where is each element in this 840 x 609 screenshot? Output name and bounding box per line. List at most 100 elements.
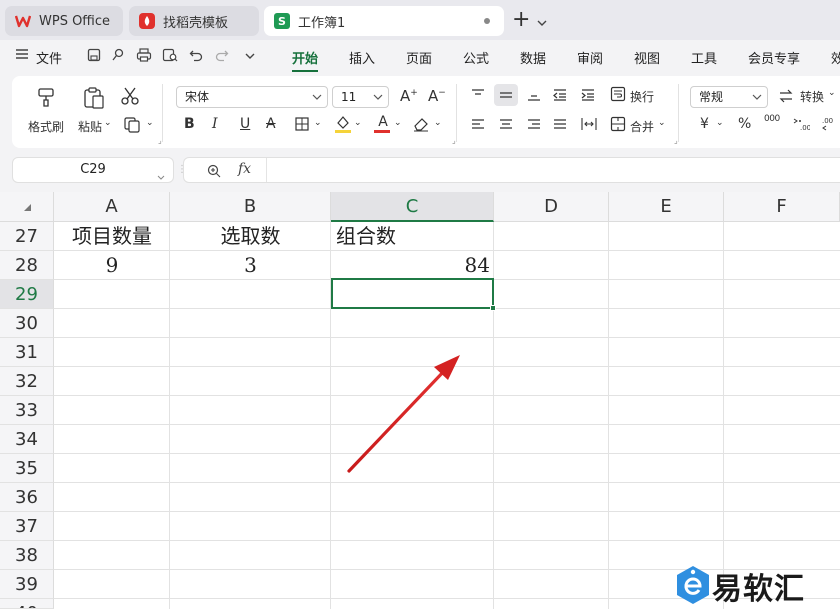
font-group-expand-icon[interactable]: ⌟ [452,136,456,145]
menu-view[interactable]: 视图 [634,48,660,67]
redo-icon[interactable] [214,48,230,64]
currency-button[interactable]: ¥ [700,116,709,132]
increase-font-size-icon[interactable]: A+ [400,87,418,105]
new-tab-button[interactable]: + [512,6,530,34]
convert-icon[interactable] [778,88,794,104]
paste-label[interactable]: 粘贴 [78,118,102,135]
font-size-select[interactable]: 11 [332,86,389,108]
cell-a28[interactable]: 9 [54,251,170,280]
format-painter-label[interactable]: 格式刷 [28,118,64,135]
formula-splitter-icon[interactable]: ⋮ [177,164,187,176]
convert-dropdown-icon[interactable]: ⌄ [828,88,836,98]
decrease-indent-icon[interactable] [552,88,568,102]
clipboard-group-expand-icon[interactable]: ⌟ [158,136,162,145]
cell-c28[interactable]: 84 [331,251,490,280]
number-format-select[interactable]: 常规 [690,86,768,108]
merge-cells-icon[interactable] [610,116,626,132]
print-icon[interactable] [136,48,152,64]
paste-dropdown-icon[interactable]: ⌄ [104,118,112,128]
format-painter-icon[interactable] [36,86,58,108]
increase-indent-icon[interactable] [580,88,596,102]
row-header-35[interactable]: 35 [0,454,54,483]
tab-workbook1[interactable]: S 工作簿1 [264,6,504,36]
fill-color-dropdown-icon[interactable]: ⌄ [354,118,362,128]
cell-b28[interactable]: 3 [170,251,331,280]
row-header-34[interactable]: 34 [0,425,54,454]
zoom-icon[interactable] [206,163,222,179]
row-header-27[interactable]: 27 [0,222,54,251]
column-header-a[interactable]: A [54,192,170,222]
share-link-icon[interactable] [110,48,126,64]
align-center-icon[interactable] [498,118,514,132]
wrap-text-icon[interactable] [610,86,626,102]
align-right-icon[interactable] [526,118,542,132]
strikethrough-button[interactable]: A [266,116,276,132]
save-icon[interactable] [86,48,102,64]
merge-cells-label[interactable]: 合并 [630,118,654,135]
border-dropdown-icon[interactable]: ⌄ [314,118,322,128]
border-icon[interactable] [294,116,310,132]
row-header-29[interactable]: 29 [0,280,54,309]
undo-icon[interactable] [188,48,204,64]
tab-docer-templates[interactable]: 找稻壳模板 [129,6,259,36]
row-header-31[interactable]: 31 [0,338,54,367]
menu-insert[interactable]: 插入 [349,48,375,67]
percent-button[interactable]: % [738,116,751,132]
font-color-icon[interactable]: A [374,114,392,134]
menu-formula[interactable]: 公式 [463,48,489,67]
wrap-text-label[interactable]: 换行 [630,88,654,105]
column-header-c[interactable]: C [331,192,494,222]
column-header-e[interactable]: E [609,192,724,222]
fill-color-icon[interactable] [334,114,352,134]
menu-tools[interactable]: 工具 [691,48,717,67]
tab-dot-icon[interactable] [484,18,490,24]
select-all-corner[interactable] [0,192,54,222]
row-header-39[interactable]: 39 [0,570,54,599]
align-bottom-icon[interactable] [526,88,542,102]
decrease-font-size-icon[interactable]: A− [428,87,446,105]
column-header-f[interactable]: F [724,192,840,222]
quick-access-more-icon[interactable] [242,48,258,64]
cell-a27[interactable]: 项目数量 [54,222,170,251]
menu-home[interactable]: 开始 [292,48,318,67]
row-header-36[interactable]: 36 [0,483,54,512]
clear-dropdown-icon[interactable]: ⌄ [434,118,442,128]
print-preview-icon[interactable] [162,48,178,64]
bold-button[interactable]: B [184,116,195,132]
chevron-down-icon[interactable] [537,12,547,26]
cell-b27[interactable]: 选取数 [170,222,331,251]
currency-dropdown-icon[interactable]: ⌄ [716,118,724,128]
cell-c27[interactable]: 组合数 [336,222,491,251]
file-menu[interactable]: 文件 [36,48,62,67]
paste-icon[interactable] [82,86,106,110]
hamburger-menu-icon[interactable] [14,48,30,64]
column-header-b[interactable]: B [170,192,331,222]
justify-icon[interactable] [552,118,568,132]
italic-button[interactable]: I [212,116,218,132]
column-header-d[interactable]: D [494,192,609,222]
tab-wps-office[interactable]: WPS Office [5,6,123,36]
function-fx-icon[interactable]: fx [238,161,251,177]
align-group-expand-icon[interactable]: ⌟ [674,136,678,145]
convert-label[interactable]: 转换 [800,88,824,105]
cut-icon[interactable] [120,86,140,106]
row-header-37[interactable]: 37 [0,512,54,541]
font-name-select[interactable]: 宋体 [176,86,328,108]
menu-review[interactable]: 审阅 [577,48,603,67]
menu-page[interactable]: 页面 [406,48,432,67]
increase-decimal-icon[interactable]: .00 [792,116,811,132]
row-header-28[interactable]: 28 [0,251,54,280]
row-header-38[interactable]: 38 [0,541,54,570]
copy-dropdown-icon[interactable]: ⌄ [146,118,154,128]
distributed-align-icon[interactable] [580,116,598,132]
align-middle-icon[interactable] [494,84,518,106]
underline-button[interactable]: U [240,116,250,132]
decrease-decimal-icon[interactable]: .00 [820,116,838,132]
clear-eraser-icon[interactable] [412,116,430,132]
formula-input[interactable]: fx [183,157,840,183]
spreadsheet-grid[interactable]: A B C D E F 27 28 29 30 31 32 33 34 35 3… [0,192,840,609]
copy-icon[interactable] [122,116,142,134]
align-top-icon[interactable] [470,88,486,102]
row-header-32[interactable]: 32 [0,367,54,396]
menu-data[interactable]: 数据 [520,48,546,67]
